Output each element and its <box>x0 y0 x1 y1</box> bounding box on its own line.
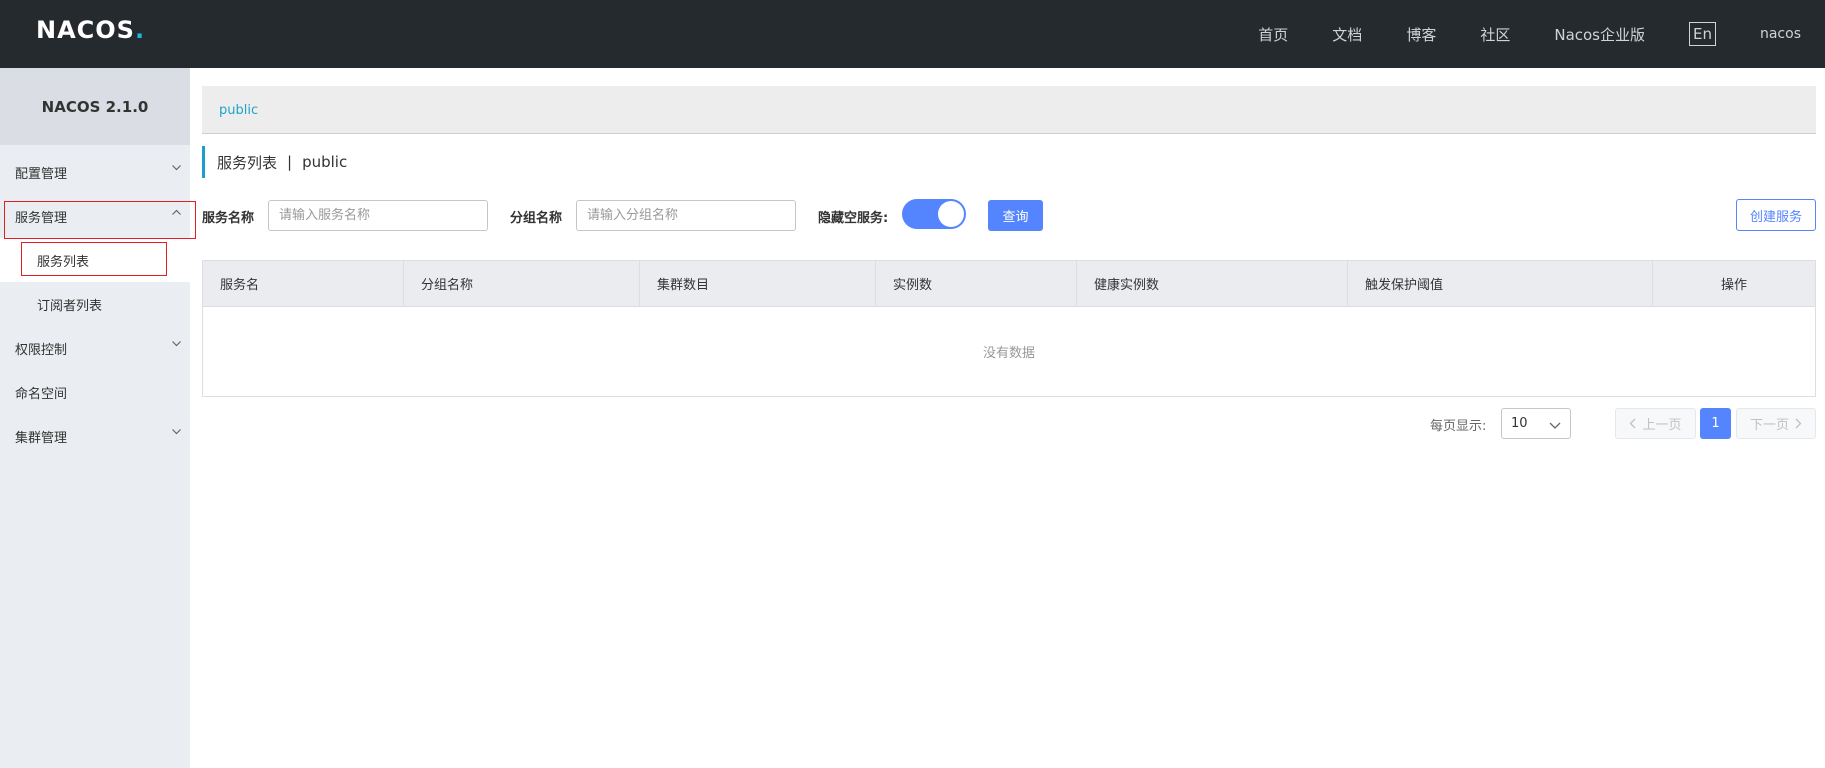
chevron-down-icon <box>172 165 181 173</box>
sidebar-item-label: 集群管理 <box>15 430 68 446</box>
breadcrumb: public <box>202 86 1816 134</box>
page-size-select[interactable]: 10 <box>1501 408 1571 439</box>
nav-enterprise[interactable]: Nacos企业版 <box>1554 24 1645 45</box>
language-switch-button[interactable]: En <box>1689 22 1716 46</box>
top-bar: NACOS. 首页 文档 博客 社区 Nacos企业版 En nacos <box>0 0 1825 68</box>
version-title: NACOS 2.1.0 <box>0 68 190 145</box>
page-title: 服务列表 | public <box>202 146 347 178</box>
logo-dot-icon: . <box>134 16 145 44</box>
sidebar-item-cluster-management[interactable]: 集群管理 <box>0 414 190 458</box>
create-service-button[interactable]: 创建服务 <box>1736 199 1816 231</box>
page-size-label: 每页显示: <box>1430 419 1487 434</box>
column-header-instance-count: 实例数 <box>876 261 1077 306</box>
chevron-down-icon <box>1549 419 1561 434</box>
sidebar-item-config-management[interactable]: 配置管理 <box>0 150 190 194</box>
hide-empty-label: 隐藏空服务: <box>818 211 889 226</box>
column-header-healthy-instance-count: 健康实例数 <box>1077 261 1348 306</box>
title-separator: | <box>287 153 293 171</box>
sidebar-item-label: 命名空间 <box>15 386 68 402</box>
nacos-logo[interactable]: NACOS. <box>36 15 144 45</box>
column-header-cluster-count: 集群数目 <box>640 261 876 306</box>
page-title-text: 服务列表 <box>217 153 278 172</box>
nav-home[interactable]: 首页 <box>1258 24 1288 45</box>
highlight-box-service-management <box>4 201 196 239</box>
chevron-left-icon <box>1630 418 1636 429</box>
sidebar-item-subscriber-list[interactable]: 订阅者列表 <box>0 282 190 326</box>
prev-page-label: 上一页 <box>1642 418 1682 433</box>
next-page-label: 下一页 <box>1749 418 1789 433</box>
top-nav: 首页 文档 博客 社区 Nacos企业版 En nacos <box>1214 0 1825 68</box>
toggle-knob <box>938 201 964 227</box>
sidebar-item-label: 配置管理 <box>15 166 68 182</box>
column-header-protect-threshold: 触发保护阈值 <box>1348 261 1653 306</box>
prev-page-button[interactable]: 上一页 <box>1615 408 1696 439</box>
group-name-label: 分组名称 <box>510 211 563 226</box>
column-header-actions: 操作 <box>1720 278 1747 293</box>
sidebar-item-label: 权限控制 <box>15 342 68 358</box>
service-table: 服务名 分组名称 集群数目 实例数 健康实例数 触发保护阈值 操作 没有数据 <box>202 260 1816 397</box>
hide-empty-toggle[interactable] <box>902 199 966 229</box>
logo-text: NACOS <box>36 16 135 44</box>
chevron-right-icon <box>1795 418 1802 429</box>
table-header: 服务名 分组名称 集群数目 实例数 健康实例数 触发保护阈值 操作 <box>203 261 1815 307</box>
current-page-button[interactable]: 1 <box>1700 408 1731 439</box>
sidebar-item-label: 订阅者列表 <box>37 298 103 314</box>
breadcrumb-namespace[interactable]: public <box>219 103 258 118</box>
page-size-value: 10 <box>1511 416 1528 431</box>
service-name-input[interactable] <box>268 200 488 231</box>
column-header-service-name: 服务名 <box>203 261 404 306</box>
nav-community[interactable]: 社区 <box>1480 24 1510 45</box>
table-empty-text: 没有数据 <box>982 346 1035 361</box>
sidebar: NACOS 2.1.0 配置管理 服务管理 服务列表 订阅者列表 权限控制 命名… <box>0 68 190 768</box>
query-button[interactable]: 查询 <box>988 200 1043 231</box>
service-name-label: 服务名称 <box>202 211 255 226</box>
highlight-box-service-list <box>21 242 167 276</box>
page-title-namespace: public <box>302 153 348 171</box>
next-page-button[interactable]: 下一页 <box>1736 408 1816 439</box>
sidebar-item-access-control[interactable]: 权限控制 <box>0 326 190 370</box>
group-name-input[interactable] <box>576 200 796 231</box>
chevron-down-icon <box>172 341 181 349</box>
chevron-down-icon <box>172 429 181 437</box>
user-name[interactable]: nacos <box>1760 26 1801 42</box>
nav-blog[interactable]: 博客 <box>1406 24 1436 45</box>
sidebar-item-namespace[interactable]: 命名空间 <box>0 370 190 414</box>
column-header-group-name: 分组名称 <box>404 261 640 306</box>
nav-docs[interactable]: 文档 <box>1332 24 1362 45</box>
